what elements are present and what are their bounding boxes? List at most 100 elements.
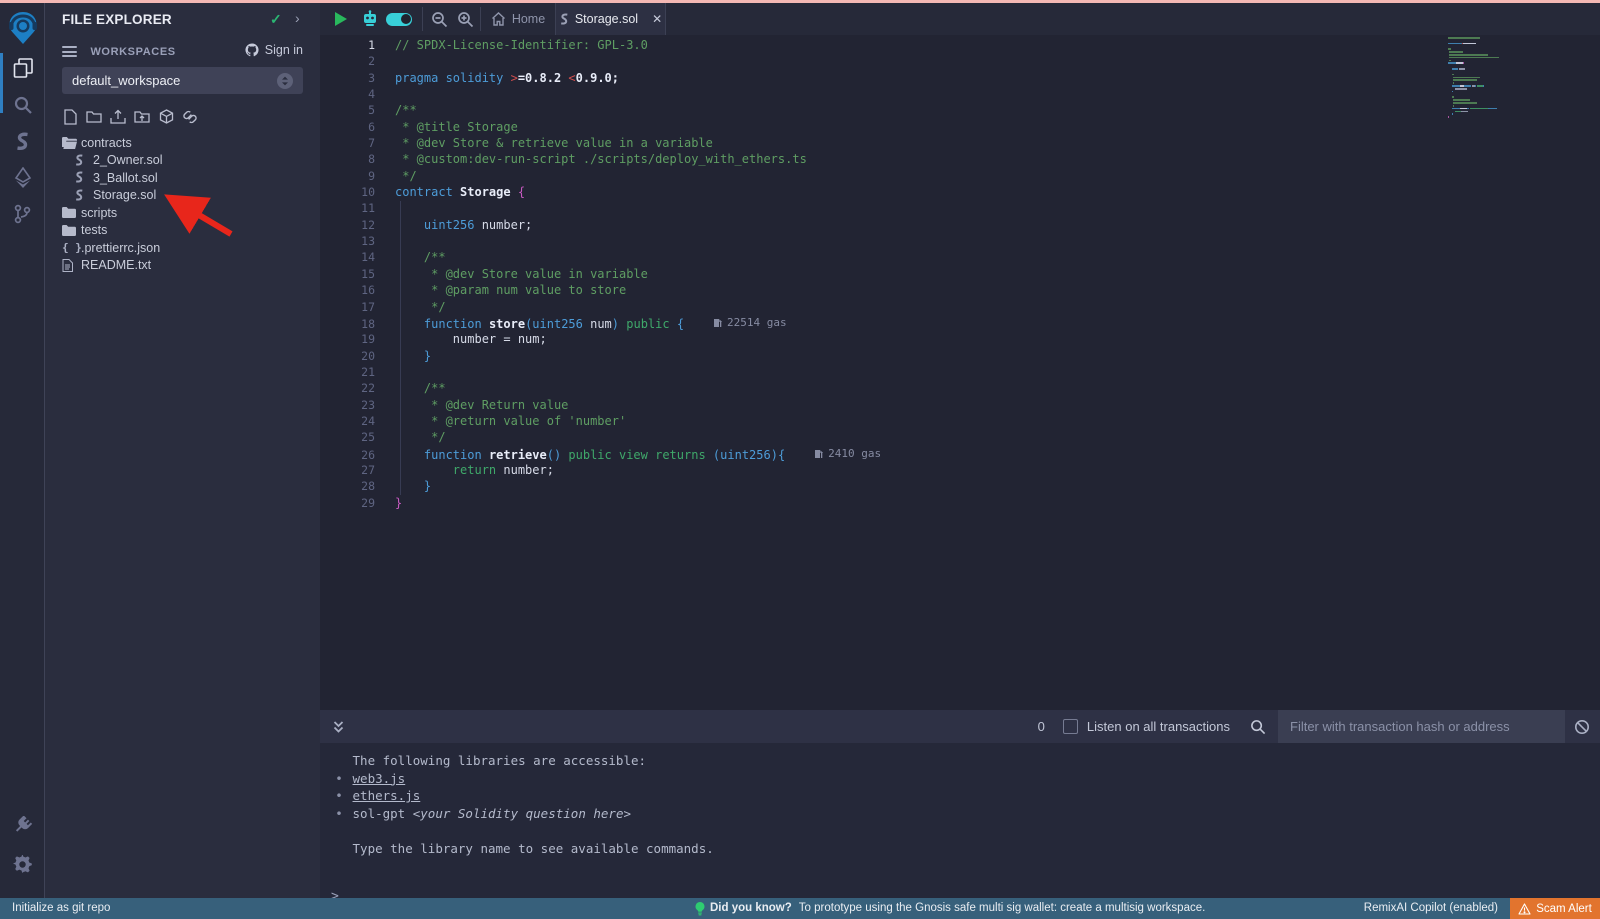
git-init-button[interactable]: Initialize as git repo	[12, 898, 110, 919]
code-line[interactable]: 7 * @dev Store & retrieve value in a var…	[320, 135, 1600, 151]
tree-item-scripts[interactable]: scripts	[45, 204, 320, 222]
github-icon	[244, 43, 260, 57]
zoom-in-icon[interactable]	[452, 3, 478, 35]
line-number: 27	[320, 462, 375, 478]
tree-item-Storage.sol[interactable]: Storage.sol	[45, 187, 320, 205]
line-number: 12	[320, 217, 375, 233]
link-icon[interactable]	[182, 108, 198, 125]
git-icon[interactable]	[0, 197, 45, 231]
code-line[interactable]: 25 */	[320, 429, 1600, 445]
code-line[interactable]: 16 * @param num value to store	[320, 282, 1600, 298]
tab-storage-sol[interactable]: Storage.sol ✕	[555, 3, 666, 35]
copilot-toggle[interactable]	[382, 3, 416, 35]
tree-item-README.txt[interactable]: README.txt	[45, 257, 320, 275]
code-line[interactable]: 5/**	[320, 102, 1600, 118]
terminal-line: • ethers.js	[320, 787, 1600, 805]
tree-item-contracts[interactable]: contracts	[45, 134, 320, 152]
search-icon[interactable]	[0, 88, 45, 122]
code-line[interactable]: 6 * @title Storage	[320, 119, 1600, 135]
tab-home[interactable]: Home	[482, 3, 554, 35]
workspaces-menu-icon[interactable]	[62, 44, 77, 60]
code-line[interactable]: 14 /**	[320, 249, 1600, 265]
terminal-search-icon[interactable]	[1250, 719, 1266, 735]
code-line[interactable]: 28 }	[320, 478, 1600, 494]
line-number: 28	[320, 478, 375, 494]
code-line[interactable]: 8 * @custom:dev-run-script ./scripts/dep…	[320, 151, 1600, 167]
code-line[interactable]: 15 * @dev Store value in variable	[320, 266, 1600, 282]
code-line[interactable]: 12 uint256 number;	[320, 217, 1600, 233]
tree-item-3_Ballot.sol[interactable]: 3_Ballot.sol	[45, 169, 320, 187]
code-line[interactable]: 17 */	[320, 299, 1600, 315]
run-script-button[interactable]	[328, 3, 354, 35]
line-number: 21	[320, 364, 375, 380]
code-line[interactable]: 23 * @dev Return value	[320, 397, 1600, 413]
solidity-compiler-icon[interactable]	[0, 125, 45, 159]
line-number: 16	[320, 282, 375, 298]
plugin-manager-icon[interactable]	[0, 809, 45, 843]
upload-folder-icon[interactable]	[134, 108, 150, 125]
code-line[interactable]: 11	[320, 200, 1600, 216]
line-number: 17	[320, 299, 375, 315]
upload-file-icon[interactable]	[110, 108, 126, 125]
new-folder-icon[interactable]	[86, 108, 102, 125]
line-number: 19	[320, 331, 375, 347]
chevron-right-icon[interactable]: ›	[295, 10, 300, 26]
minimap[interactable]	[1448, 37, 1552, 119]
code-area[interactable]: 1// SPDX-License-Identifier: GPL-3.023pr…	[320, 35, 1600, 710]
cube-icon[interactable]	[158, 108, 174, 125]
settings-gear-icon[interactable]	[0, 847, 45, 881]
tree-item-tests[interactable]: tests	[45, 222, 320, 240]
code-line[interactable]: 24 * @return value of 'number'	[320, 413, 1600, 429]
line-number: 5	[320, 102, 375, 118]
code-line[interactable]: 1// SPDX-License-Identifier: GPL-3.0	[320, 37, 1600, 53]
line-number: 15	[320, 266, 375, 282]
gas-estimate-badge: 22514 gas	[714, 315, 787, 331]
terminal-link-ethers.js[interactable]: ethers.js	[353, 788, 421, 803]
code-line[interactable]: 13	[320, 233, 1600, 249]
double-chevron-down-icon[interactable]	[332, 720, 345, 734]
code-line[interactable]: 27 return number;	[320, 462, 1600, 478]
code-line[interactable]: 10contract Storage {	[320, 184, 1600, 200]
code-line[interactable]: 2	[320, 53, 1600, 69]
file-explorer-toolbar	[62, 108, 198, 125]
code-line[interactable]: 19 number = num;	[320, 331, 1600, 347]
line-number: 6	[320, 119, 375, 135]
deploy-and-run-icon[interactable]	[0, 161, 45, 195]
line-number: 2	[320, 53, 375, 69]
workspace-select[interactable]: default_workspace	[62, 67, 303, 94]
panel-title: FILE EXPLORER	[62, 12, 172, 27]
code-line[interactable]: 9 */	[320, 168, 1600, 184]
copilot-status[interactable]: RemixAI Copilot (enabled)	[1364, 898, 1498, 919]
code-line[interactable]: 3pragma solidity >=0.8.2 <0.9.0;	[320, 70, 1600, 86]
code-line[interactable]: 20 }	[320, 348, 1600, 364]
code-line[interactable]: 26 function retrieve() public view retur…	[320, 446, 1600, 462]
file-explorer-icon[interactable]	[0, 51, 45, 85]
line-number: 8	[320, 151, 375, 167]
ai-robot-icon[interactable]	[358, 3, 382, 35]
line-number: 18	[320, 316, 375, 332]
terminal-line: The following libraries are accessible:	[320, 752, 1600, 770]
did-you-know-tip: Did you know? To prototype using the Gno…	[695, 898, 1205, 919]
close-tab-icon[interactable]: ✕	[652, 12, 662, 26]
tree-item-2_Owner.sol[interactable]: 2_Owner.sol	[45, 152, 320, 170]
code-line[interactable]: 29}	[320, 495, 1600, 511]
listen-all-transactions-checkbox[interactable]	[1063, 719, 1078, 734]
sign-in-button[interactable]: Sign in	[244, 43, 303, 57]
code-line[interactable]: 4	[320, 86, 1600, 102]
new-file-icon[interactable]	[62, 108, 78, 125]
tree-item-.prettierrc.json[interactable]: { }.prettierrc.json	[45, 239, 320, 257]
folder-open-icon	[62, 137, 81, 149]
zoom-out-icon[interactable]	[426, 3, 452, 35]
scam-alert-button[interactable]: Scam Alert	[1510, 898, 1600, 919]
code-line[interactable]: 21	[320, 364, 1600, 380]
terminal-link-web3.js[interactable]: web3.js	[353, 771, 406, 786]
transaction-filter-input[interactable]	[1278, 710, 1565, 743]
code-line[interactable]: 18 function store(uint256 num) public {2…	[320, 315, 1600, 331]
code-line[interactable]: 22 /**	[320, 380, 1600, 396]
workspace-stepper-icon[interactable]	[277, 73, 293, 89]
circle-slash-icon[interactable]	[1574, 719, 1590, 735]
tree-item-label: Storage.sol	[93, 188, 156, 202]
remix-logo-icon[interactable]	[0, 8, 45, 48]
file-tree: contracts2_Owner.sol3_Ballot.solStorage.…	[45, 134, 320, 274]
transaction-count-badge: 0	[1038, 719, 1045, 734]
